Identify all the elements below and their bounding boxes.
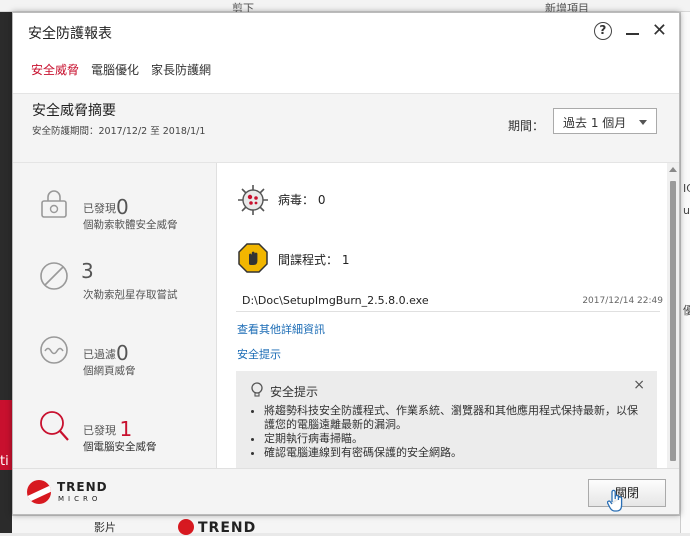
security-report-dialog: 安全防護報表 ? ✕ 安全威脅 電腦優化 家長防護網 安全威脅摘要 安全防護期間…: [12, 12, 680, 515]
stat-ransomware-count: 0: [116, 195, 129, 219]
virus-count-label: 病毒： 0: [278, 193, 326, 207]
stat-web-threats-prefix: 已過濾: [83, 348, 116, 361]
stat-ransomware-prefix: 已發現: [83, 202, 116, 215]
help-button[interactable]: ?: [593, 22, 612, 40]
background-right-text-3: 優: [683, 304, 690, 317]
virus-icon: [238, 185, 268, 215]
background-logo: TREND: [178, 519, 256, 536]
detected-file-path: D:\Doc\SetupImgBurn_2.5.8.0.exe: [242, 294, 429, 307]
background-right-text-2: up: [683, 204, 690, 217]
hand-cursor-icon: [607, 489, 623, 512]
close-button[interactable]: 關閉: [588, 479, 666, 507]
security-tips-title: 安全提示: [270, 385, 319, 399]
tip-item: 定期執行病毒掃瞄。: [264, 432, 646, 446]
tip-item: 將趨勢科技安全防護程式、作業系統、瀏覽器和其他應用程式保持最新，以保護您的電腦遠…: [264, 404, 646, 432]
trend-micro-logo-icon: [27, 480, 51, 504]
stat-folder-shield-count: 3: [81, 259, 94, 283]
blocked-icon: [40, 262, 68, 290]
lightbulb-icon: [251, 382, 263, 397]
stat-pc-threats-prefix: 已發現: [83, 424, 116, 437]
threat-detail-pane: 病毒： 0 間諜程式： 1 D:\Doc\SetupImgBurn_2.5.8.…: [218, 163, 667, 468]
stat-pc-threats-count: 1: [119, 417, 133, 441]
threat-stats-panel: 已發現0 個勒索軟體安全威脅 3 次勒索剋星存取嘗試 已過濾0 個網頁威脅 已發…: [13, 163, 217, 468]
spyware-count: 1: [341, 253, 350, 267]
stat-web-threats-desc: 個網頁威脅: [83, 365, 136, 377]
background-left-panel: ti: [0, 12, 12, 533]
trend-micro-logo: TREND MICRO: [27, 478, 147, 508]
web-threat-icon: [40, 336, 68, 364]
magnifier-icon: [40, 411, 69, 441]
security-tips-list: 將趨勢科技安全防護程式、作業系統、瀏覽器和其他應用程式保持最新，以保護您的電腦遠…: [250, 404, 646, 460]
security-tips-box: 安全提示 × 將趨勢科技安全防護程式、作業系統、瀏覽器和其他應用程式保持最新，以…: [236, 371, 657, 468]
detected-file-time: 2017/12/14 22:49: [582, 296, 663, 306]
dialog-footer: TREND MICRO 關閉: [13, 468, 679, 514]
title-bar-controls: ? ✕: [593, 22, 667, 40]
scroll-up-icon[interactable]: [669, 167, 677, 172]
minimize-button[interactable]: [625, 22, 639, 40]
tab-parental-controls[interactable]: 家長防護網: [151, 61, 211, 78]
view-more-details-link[interactable]: 查看其他詳細資訊: [237, 321, 325, 337]
period-dropdown[interactable]: 過去 1 個月: [553, 108, 657, 134]
chevron-down-icon: [639, 120, 647, 125]
divider: [236, 311, 660, 312]
background-left-text: ti: [0, 454, 9, 469]
background-bottom-strip: 影片 TREND: [12, 515, 680, 536]
scrollbar-thumb[interactable]: [670, 181, 676, 461]
stat-web-threats[interactable]: 已過濾0 個網頁威脅: [13, 329, 217, 389]
background-right-text-1: IC: [683, 182, 690, 195]
lock-icon: [41, 190, 67, 218]
stat-web-threats-count: 0: [116, 341, 129, 365]
virus-count: 0: [317, 193, 326, 207]
close-window-button[interactable]: ✕: [652, 22, 667, 40]
background-right-panel: IC up 優: [680, 12, 690, 533]
background-toolbar: 剪下 新增項目: [0, 0, 690, 15]
spyware-count-label: 間諜程式： 1: [278, 253, 350, 267]
tab-security-threats[interactable]: 安全威脅: [31, 61, 79, 78]
period-label: 期間：: [508, 119, 545, 133]
stat-folder-shield-desc: 次勒索剋星存取嘗試: [83, 289, 178, 301]
stat-pc-threats[interactable]: 已發現 1 個電腦安全威脅: [13, 405, 217, 465]
stat-ransomware[interactable]: 已發現0 個勒索軟體安全威脅: [13, 183, 217, 243]
tab-pc-optimization[interactable]: 電腦優化: [91, 61, 139, 78]
close-tips-button[interactable]: ×: [633, 377, 645, 393]
period-dropdown-value: 過去 1 個月: [563, 116, 627, 130]
stat-pc-threats-desc: 個電腦安全威脅: [83, 441, 157, 453]
spyware-stop-icon: [238, 243, 268, 273]
window-title: 安全防護報表: [28, 26, 112, 42]
report-tabs: 安全威脅 電腦優化 家長防護網: [31, 61, 211, 78]
summary-title: 安全威脅摘要: [32, 103, 116, 119]
protection-period: 安全防護期間：2017/12/2 至 2018/1/1: [32, 126, 206, 137]
tip-item: 確認電腦連線到有密碼保護的安全網路。: [264, 446, 646, 460]
stat-ransomware-desc: 個勒索軟體安全威脅: [83, 219, 178, 231]
detail-scrollbar[interactable]: [667, 163, 679, 468]
security-tips-link[interactable]: 安全提示: [237, 346, 281, 362]
stat-folder-shield[interactable]: 3 次勒索剋星存取嘗試: [13, 255, 217, 315]
